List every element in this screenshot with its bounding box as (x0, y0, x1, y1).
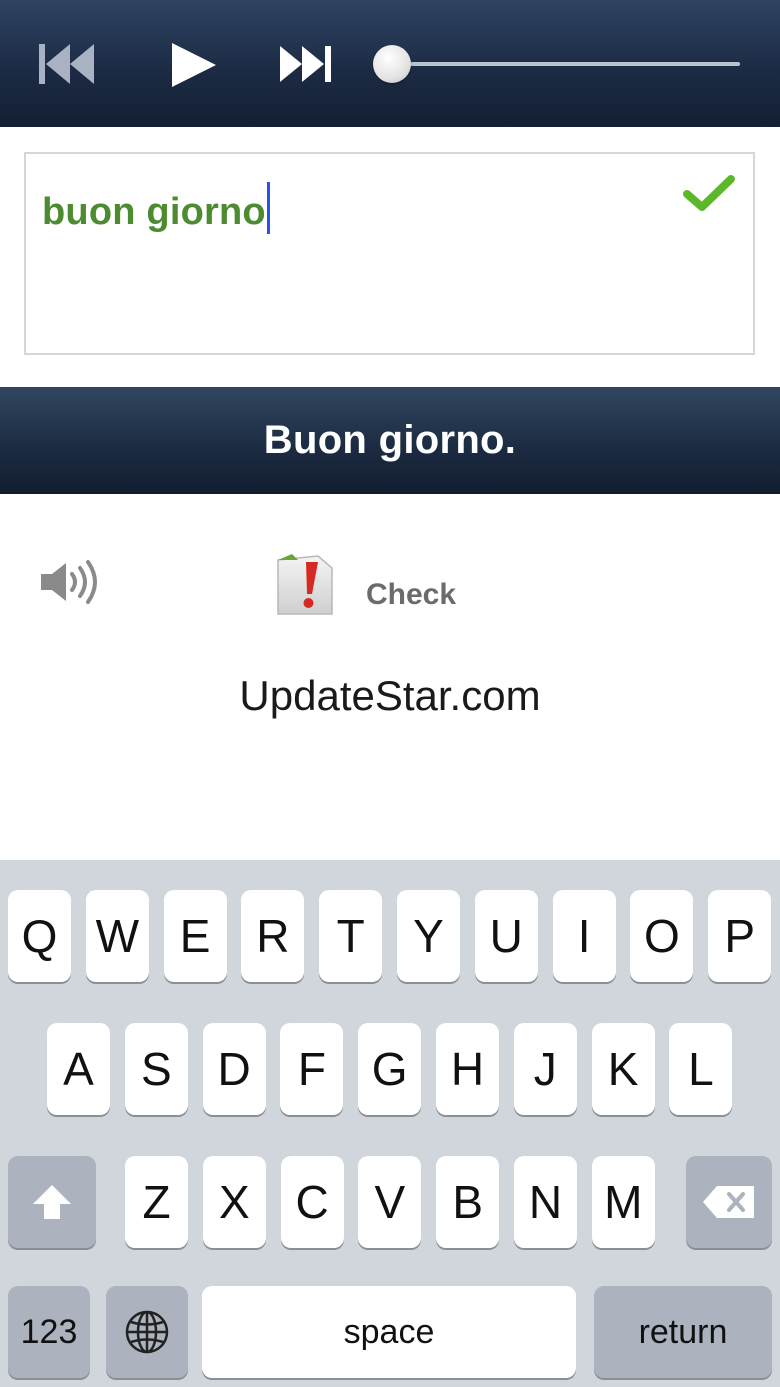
backspace-icon (703, 1186, 754, 1218)
on-screen-keyboard: 123 space return QWERTYUIOP ASDFGHJKL ZXCV… (0, 860, 780, 1387)
key-y[interactable]: Y (397, 890, 460, 982)
answer-input[interactable]: buon giorno (24, 152, 755, 355)
key-u[interactable]: U (474, 890, 538, 982)
key-g[interactable]: G (358, 1023, 422, 1115)
key-t[interactable]: T (319, 890, 383, 982)
check-button-icon-wrap[interactable] (274, 550, 338, 623)
phrase-text: Buon giorno. (263, 418, 517, 462)
globe-key[interactable] (106, 1286, 188, 1378)
key-x[interactable]: X (202, 1156, 266, 1248)
check-button-label[interactable]: Check (366, 578, 456, 612)
key-n[interactable]: N (514, 1156, 577, 1248)
skip-back-button[interactable] (36, 40, 96, 88)
key-l[interactable]: L (669, 1023, 733, 1115)
key-q[interactable]: Q (8, 890, 71, 982)
key-k[interactable]: K (591, 1023, 655, 1115)
key-j[interactable]: J (513, 1023, 577, 1115)
answer-typed-text: buon giorno (42, 191, 266, 233)
key-p[interactable]: P (708, 890, 772, 982)
key-a[interactable]: A (47, 1023, 110, 1115)
answer-text-line: buon giorno (42, 182, 270, 234)
skip-forward-icon (280, 46, 331, 82)
play-icon (172, 43, 216, 87)
exclamation-note-icon (277, 554, 333, 615)
key-c[interactable]: C (280, 1156, 344, 1248)
key-v[interactable]: V (358, 1156, 422, 1248)
space-key[interactable]: space (202, 1286, 576, 1378)
audio-player-bar (0, 0, 780, 127)
skip-back-icon (39, 44, 94, 84)
speaker-icon (41, 560, 97, 604)
delete-key[interactable] (686, 1156, 772, 1248)
playback-progress-knob[interactable] (373, 45, 411, 83)
key-o[interactable]: O (630, 890, 694, 982)
checkmark-icon (683, 175, 735, 211)
watermark-text: UpdateStar.com (239, 672, 541, 719)
playback-progress-track[interactable] (392, 62, 740, 66)
globe-icon (125, 1310, 169, 1354)
numbers-key[interactable]: 123 (8, 1286, 90, 1378)
shift-icon (33, 1185, 71, 1219)
key-b[interactable]: B (436, 1156, 500, 1248)
shift-key[interactable] (8, 1156, 96, 1248)
phrase-banner: Buon giorno. (0, 387, 780, 494)
play-button[interactable] (168, 40, 218, 90)
key-f[interactable]: F (280, 1023, 344, 1115)
return-key[interactable]: return (594, 1286, 772, 1378)
key-s[interactable]: S (124, 1023, 188, 1115)
key-w[interactable]: W (85, 890, 149, 982)
text-caret (266, 182, 270, 234)
key-m[interactable]: M (591, 1156, 655, 1248)
key-e[interactable]: E (163, 890, 227, 982)
key-h[interactable]: H (436, 1023, 499, 1115)
skip-forward-button[interactable] (278, 40, 334, 88)
key-z[interactable]: Z (125, 1156, 188, 1248)
play-audio-button[interactable] (38, 558, 102, 611)
key-d[interactable]: D (202, 1023, 266, 1115)
key-r[interactable]: R (241, 890, 305, 982)
key-i[interactable]: I (552, 890, 616, 982)
